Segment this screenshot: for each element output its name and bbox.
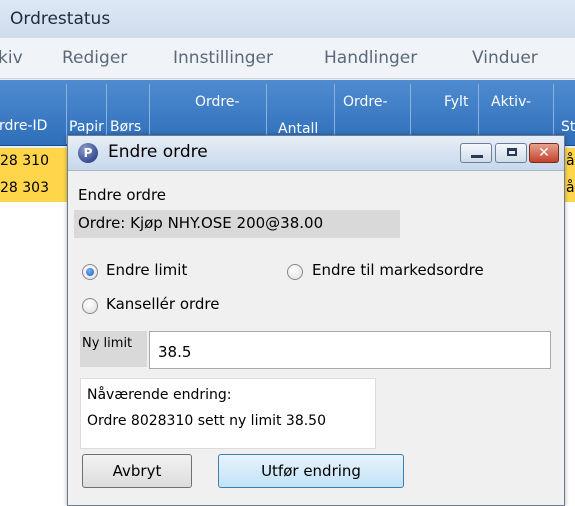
dialog-titlebar[interactable]: P Endre ordre ✕ (68, 136, 564, 171)
radio-cancel-order[interactable] (82, 298, 98, 314)
app-logo-icon: P (78, 143, 98, 163)
label-to-market[interactable]: Endre til markedsordre (312, 261, 484, 279)
submit-change-button[interactable]: Utfør endring (218, 454, 404, 488)
new-limit-input[interactable] (149, 331, 551, 369)
status-detail: Ordre 8028310 sett ny limit 38.50 (87, 413, 326, 429)
current-change-box: Nåværende endring: Ordre 8028310 sett ny… (80, 378, 376, 449)
dialog-subtitle: Endre ordre (78, 186, 167, 204)
order-summary: Ordre: Kjøp NHY.OSE 200@38.00 (78, 214, 324, 232)
minimize-icon (471, 155, 483, 158)
menu-actions[interactable]: Handlinger (324, 48, 417, 68)
menu-windows[interactable]: Vinduer (472, 48, 538, 68)
close-button[interactable]: ✕ (529, 143, 559, 163)
col-order-type[interactable]: Ordre- (195, 94, 240, 110)
cell-status: å (566, 180, 575, 196)
cell-order-id: 28 303 (0, 180, 49, 196)
radio-to-market[interactable] (287, 264, 303, 280)
radio-change-limit[interactable] (82, 264, 98, 280)
label-change-limit[interactable]: Endre limit (106, 261, 187, 279)
cell-status: å (566, 153, 575, 169)
col-exchange[interactable]: Børs (110, 119, 141, 135)
col-order-id[interactable]: rdre-ID (0, 118, 47, 134)
close-icon: ✕ (538, 145, 550, 161)
maximize-icon (507, 148, 517, 156)
menu-settings[interactable]: Innstillinger (173, 48, 273, 68)
status-heading: Nåværende endring: (87, 387, 232, 403)
col-active[interactable]: Aktiv- (491, 94, 531, 110)
col-order-price[interactable]: Ordre- (343, 94, 388, 110)
menu-edit[interactable]: Rediger (62, 48, 127, 68)
main-titlebar: Ordrestatus (0, 0, 575, 38)
order-summary-bar: Ordre: Kjøp NHY.OSE 200@38.00 (74, 210, 400, 238)
col-filled[interactable]: Fylt (444, 94, 468, 110)
minimize-button[interactable] (460, 143, 492, 163)
label-cancel-order[interactable]: Kansellér ordre (106, 295, 219, 313)
edit-order-dialog: P Endre ordre ✕ Endre ordre Ordre: Kjøp … (67, 135, 565, 506)
limit-label: Ny limit (82, 336, 133, 351)
maximize-button[interactable] (495, 143, 527, 163)
cancel-button[interactable]: Avbryt (82, 454, 192, 488)
col-paper[interactable]: Papir (69, 119, 104, 135)
dialog-title: Endre ordre (108, 142, 208, 162)
menu-file[interactable]: kiv (0, 48, 23, 68)
main-menubar: kiv Rediger Innstillinger Handlinger Vin… (0, 38, 575, 79)
cell-order-id: 28 310 (0, 153, 49, 169)
col-status[interactable]: St (561, 119, 575, 135)
main-window-title: Ordrestatus (10, 9, 111, 29)
